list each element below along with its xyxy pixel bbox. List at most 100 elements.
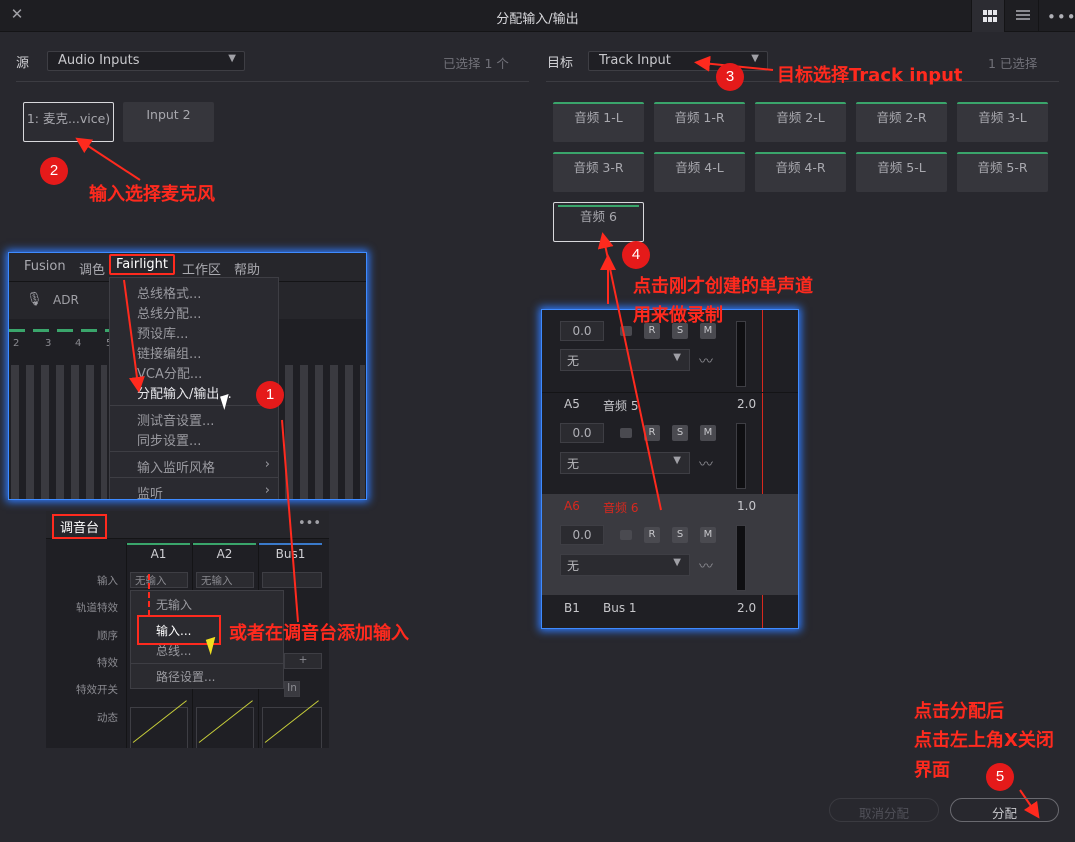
menu-item-monitor-style[interactable]: 输入监听风格 <box>137 457 215 476</box>
dynamics-graph <box>130 700 188 748</box>
row-label-input: 输入 <box>97 575 118 587</box>
dynamics-graph <box>196 700 254 748</box>
target-audio-6[interactable]: 音频 6 <box>553 202 644 242</box>
level-meter <box>736 525 746 591</box>
track-gain: 1.0 <box>737 499 757 513</box>
solo-button[interactable]: S <box>672 425 688 441</box>
fader-strip <box>285 365 365 499</box>
track-gain: 2.0 <box>737 397 757 411</box>
target-audio-3r[interactable]: 音频 3-R <box>553 152 644 192</box>
target-audio-2r[interactable]: 音频 2-R <box>856 102 947 142</box>
record-button[interactable]: R <box>644 425 660 441</box>
menu-color[interactable]: 调色 <box>79 259 105 278</box>
target-audio-4r[interactable]: 音频 4-R <box>755 152 846 192</box>
target-audio-4l[interactable]: 音频 4-L <box>654 152 745 192</box>
more-options-button[interactable]: ••• <box>1038 0 1075 32</box>
channel-label: Bus1 <box>259 543 322 565</box>
menu-item-link-group[interactable]: 链接编组... <box>137 343 201 362</box>
menu-workspace[interactable]: 工作区 <box>182 259 221 278</box>
menu-item-bus-format[interactable]: 总线格式... <box>137 283 201 302</box>
track-volume[interactable]: 0.0 <box>560 423 604 443</box>
row-label-dynamics: 动态 <box>97 712 118 724</box>
ellipsis-icon: ••• <box>1047 8 1075 26</box>
ctx-path-settings[interactable]: 路径设置... <box>156 668 215 685</box>
adr-label[interactable]: ADR <box>53 293 79 307</box>
menu-separator <box>110 477 278 478</box>
source-input-2[interactable]: Input 2 <box>123 102 214 142</box>
solo-button[interactable]: S <box>672 527 688 543</box>
mixer-title: 调音台 <box>52 514 108 539</box>
track-volume[interactable]: 0.0 <box>560 321 604 341</box>
target-audio-5l[interactable]: 音频 5-L <box>856 152 947 192</box>
target-audio-5r[interactable]: 音频 5-R <box>957 152 1048 192</box>
mute-button[interactable]: M <box>700 425 716 441</box>
list-view-button[interactable] <box>1004 0 1038 32</box>
input-select-a2[interactable]: 无输入 <box>196 572 254 588</box>
track-gain: 2.0 <box>737 601 757 615</box>
target-audio-3l[interactable]: 音频 3-L <box>957 102 1048 142</box>
menu-item-test-tone[interactable]: 测试音设置... <box>137 410 214 429</box>
assign-button[interactable]: 分配 <box>950 798 1059 822</box>
menu-fusion[interactable]: Fusion <box>24 259 66 274</box>
row-label-effects: 特效 <box>97 657 118 669</box>
record-button[interactable]: R <box>644 527 660 543</box>
lock-icon[interactable] <box>620 530 632 540</box>
track-input-dropdown[interactable]: 无 ▼ <box>560 452 690 474</box>
track-input-dropdown[interactable]: 无 ▼ <box>560 554 690 576</box>
track-volume[interactable]: 0.0 <box>560 525 604 545</box>
input-select-a1[interactable]: 无输入 <box>130 572 188 588</box>
mute-button[interactable]: M <box>700 527 716 543</box>
source-dropdown[interactable]: Audio Inputs ▼ <box>47 51 245 71</box>
ctx-no-input[interactable]: 无输入 <box>156 596 192 613</box>
fairlight-menu-inset: Fusion 调色 Fairlight 工作区 帮助 🎙 ADR 2 3 4 5… <box>8 252 367 500</box>
track-number: 3 <box>45 338 52 349</box>
channel-label: A2 <box>193 543 256 565</box>
menu-item-monitor[interactable]: 监听 <box>137 483 163 499</box>
row-label-track-fx: 轨道特效 <box>76 602 118 614</box>
automation-icon[interactable]: 〰 <box>699 556 713 576</box>
chevron-down-icon: ▼ <box>673 352 681 363</box>
track-name[interactable]: 音频 5 <box>603 397 638 414</box>
list-icon <box>1016 10 1030 22</box>
menu-item-vca[interactable]: VCA分配... <box>137 363 202 382</box>
add-effect-button[interactable]: + <box>284 653 322 669</box>
lock-icon[interactable] <box>620 326 632 336</box>
fairlight-dropdown-menu: 总线格式... 总线分配... 预设库... 链接编组... VCA分配... … <box>109 277 279 499</box>
step-badge: 2 <box>40 157 68 185</box>
track-name[interactable]: 音频 6 <box>603 499 638 516</box>
menu-item-presets[interactable]: 预设库... <box>137 323 188 342</box>
ellipsis-icon[interactable]: ••• <box>298 516 321 531</box>
target-selected-count: 1 已选择 <box>988 56 1038 71</box>
automation-icon[interactable]: 〰 <box>699 351 713 371</box>
chevron-right-icon: › <box>264 457 270 472</box>
menu-item-sync[interactable]: 同步设置... <box>137 430 201 449</box>
annotation-text: 用来做录制 <box>633 305 723 326</box>
track-name[interactable]: Bus 1 <box>603 601 637 615</box>
channel-label: A1 <box>127 543 190 565</box>
grid-view-button[interactable] <box>971 0 1005 32</box>
annotation-text: 输入选择麦克风 <box>89 184 215 205</box>
target-audio-1r[interactable]: 音频 1-R <box>654 102 745 142</box>
source-input-1[interactable]: 1: 麦克...vice) <box>23 102 114 142</box>
chevron-down-icon: ▼ <box>673 455 681 466</box>
chevron-right-icon: › <box>264 483 270 498</box>
input-select-bus1[interactable] <box>262 572 322 588</box>
automation-icon[interactable]: 〰 <box>699 454 713 474</box>
level-meter <box>736 423 746 489</box>
menu-fairlight[interactable]: Fairlight <box>109 254 176 275</box>
track-number: 4 <box>75 338 82 349</box>
annotation-text: 点击分配后 <box>914 701 1004 722</box>
fx-in-button[interactable]: In <box>284 681 300 697</box>
chevron-down-icon: ▼ <box>751 53 759 64</box>
menu-separator <box>110 451 278 452</box>
lock-icon[interactable] <box>620 428 632 438</box>
cancel-assign-button[interactable]: 取消分配 <box>829 798 939 822</box>
step-badge: 4 <box>622 241 650 269</box>
menu-item-patch-io[interactable]: 分配输入/输出... <box>137 383 232 402</box>
menu-item-bus-assign[interactable]: 总线分配... <box>137 303 201 322</box>
target-audio-1l[interactable]: 音频 1-L <box>553 102 644 142</box>
annotation-text: 点击左上角X关闭 <box>914 730 1054 751</box>
target-audio-2l[interactable]: 音频 2-L <box>755 102 846 142</box>
menu-help[interactable]: 帮助 <box>234 259 260 278</box>
track-input-dropdown[interactable]: 无 ▼ <box>560 349 690 371</box>
